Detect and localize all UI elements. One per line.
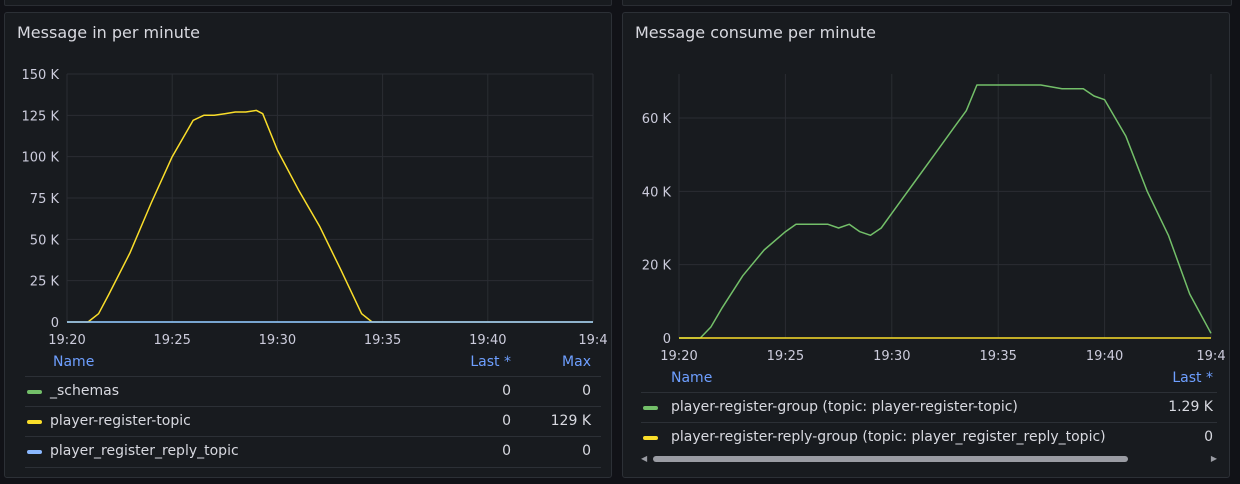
x-tick-label: 19:40 [1086,349,1123,364]
series-color-swatch [27,390,42,394]
series-max-value: 129 K [550,413,591,429]
panel-message-in[interactable]: Message in per minute 0 25 K 50 K 75 K 100 K… [4,12,612,478]
series-name: _schemas [50,383,119,399]
scroll-left-arrow-icon[interactable]: ◀ [641,453,647,465]
panel-message-consume[interactable]: Message consume per minute 0 20 K 40 K 60 K… [622,12,1230,478]
grid-lines [678,74,1212,339]
y-tick-label: 0 [51,316,59,331]
series-line [679,84,1212,339]
legend-header-name[interactable]: Name [53,351,94,373]
series-last-value: 0 [502,383,511,399]
series-last-value: 0 [1204,429,1213,445]
y-tick-label: 60 K [642,112,672,127]
legend-header-name[interactable]: Name [671,367,712,389]
legend-header-last[interactable]: Last * [1141,367,1213,389]
y-tick-label: 0 [663,332,671,347]
series-last-value: 1.29 K [1168,399,1213,415]
message-consume-chart[interactable]: 0 20 K 40 K 60 K 19:20 19:25 19:30 19:35 19:40 19… [623,13,1231,371]
x-tick-label: 19:25 [153,333,190,348]
y-tick-label: 40 K [642,185,672,200]
x-tick-label: 19:30 [259,333,296,348]
scroll-right-arrow-icon[interactable]: ▶ [1211,453,1217,465]
series-max-value: 0 [582,443,591,459]
legend-row-schemas[interactable]: _schemas 0 0 [25,376,601,407]
series-color-swatch [27,450,42,454]
x-tick-label: 19:35 [364,333,401,348]
message-in-chart[interactable]: 0 25 K 50 K 75 K 100 K 125 K 150 K 19:20 19:25 19… [5,13,613,353]
y-tick-label: 125 K [22,109,60,124]
legend: Name Last * Max _schemas 0 0 player-regi… [25,351,601,477]
legend-horizontal-scrollbar[interactable]: ◀ ▶ [641,453,1217,465]
y-tick-label: 100 K [22,151,60,166]
x-tick-label: 19:40 [469,333,506,348]
series-name: player_register_reply_topic [50,443,239,459]
series-last-value: 0 [502,443,511,459]
series-name: player-register-group (topic: player-reg… [671,399,1018,415]
y-tick-label: 20 K [642,259,672,274]
series-name: player-register-topic [50,413,191,429]
y-tick-label: 150 K [22,68,60,83]
legend-row-player-register-group[interactable]: player-register-group (topic: player-reg… [641,392,1217,423]
legend: Name Last * player-register-group (topic… [641,367,1217,477]
grid-lines [66,73,594,323]
series-color-swatch [643,406,658,410]
x-tick-label: 19:4 [1196,349,1225,364]
legend-row-player-register-topic[interactable]: player-register-topic 0 129 K [25,406,601,437]
series-name: player-register-reply-group (topic: play… [671,429,1106,445]
legend-row-player-register-reply-group[interactable]: player-register-reply-group (topic: play… [641,422,1217,449]
y-tick-label: 50 K [30,233,60,248]
legend-header-last[interactable]: Last * [445,351,511,373]
panel-edge-right [622,0,1232,6]
series-color-swatch [27,420,42,424]
x-tick-label: 19:30 [873,349,910,364]
y-tick-label: 25 K [30,275,60,290]
series-last-value: 0 [502,413,511,429]
legend-header-max[interactable]: Max [525,351,591,373]
x-tick-label: 19:20 [660,349,697,364]
x-tick-label: 19:20 [48,333,85,348]
legend-row-player-register-reply-topic[interactable]: player_register_reply_topic 0 0 [25,436,601,468]
y-tick-label: 75 K [30,192,60,207]
x-tick-label: 19:25 [767,349,804,364]
x-tick-label: 19:35 [979,349,1016,364]
x-tick-label: 19:4 [578,333,607,348]
scrollbar-thumb[interactable] [653,456,1128,462]
panel-edge-left [4,0,612,6]
top-panels-edge [0,0,1240,6]
series-color-swatch [643,436,658,440]
series-line [67,109,593,323]
series-max-value: 0 [582,383,591,399]
